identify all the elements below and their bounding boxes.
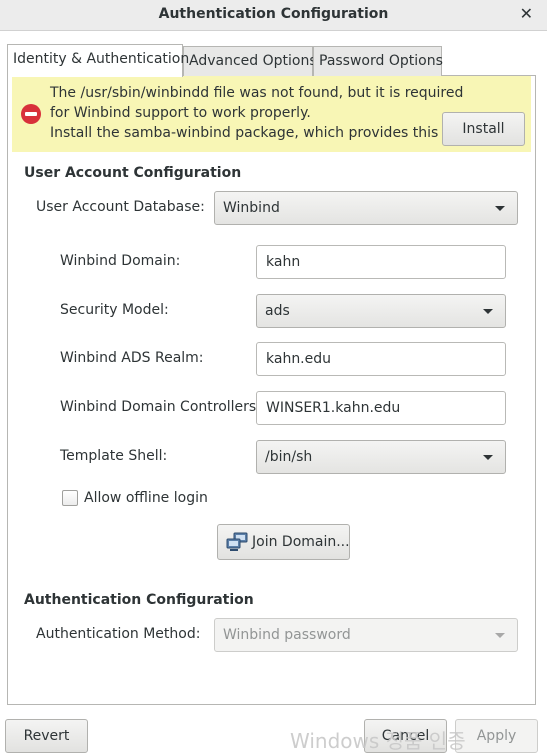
user-account-database-label: User Account Database: — [36, 199, 205, 215]
security-model-value: ads — [265, 303, 290, 319]
tab-identity-authentication[interactable]: Identity & Authentication — [7, 44, 189, 77]
template-shell-select[interactable]: /bin/sh — [256, 440, 506, 474]
winbind-domain-input[interactable] — [256, 245, 506, 279]
info-message-line: Install the samba-winbind package, which… — [50, 125, 469, 141]
authentication-section-title: Authentication Configuration — [24, 592, 254, 608]
winbind-domain-label: Winbind Domain: — [60, 253, 181, 269]
error-icon — [21, 104, 41, 124]
user-account-section-title: User Account Configuration — [24, 165, 242, 181]
winbind-domain-controllers-label: Winbind Domain Controllers: — [60, 399, 261, 415]
template-shell-label: Template Shell: — [60, 448, 168, 464]
tab-password-options[interactable]: Password Options — [313, 46, 443, 76]
tab-advanced-options[interactable]: Advanced Options — [183, 46, 317, 76]
info-message-line: for Winbind support to work properly. — [50, 105, 311, 121]
allow-offline-login-checkbox[interactable] — [62, 490, 78, 506]
dropdown-arrow-icon — [495, 633, 505, 638]
winbind-ads-realm-label: Winbind ADS Realm: — [60, 350, 204, 366]
join-domain-label: Join Domain... — [252, 534, 350, 550]
info-bar: The /usr/sbin/winbindd file was not foun… — [12, 76, 531, 152]
tab-label: Advanced Options — [189, 53, 317, 69]
authentication-method-select[interactable]: Winbind password — [214, 618, 518, 652]
cancel-button[interactable]: Cancel — [364, 719, 447, 753]
join-domain-button[interactable]: Join Domain... — [217, 524, 350, 560]
authentication-method-value: Winbind password — [223, 627, 351, 643]
template-shell-value: /bin/sh — [265, 449, 313, 465]
dropdown-arrow-icon — [483, 455, 493, 460]
dropdown-arrow-icon — [495, 206, 505, 211]
tab-label: Identity & Authentication — [13, 51, 190, 67]
authentication-method-label: Authentication Method: — [36, 626, 201, 642]
security-model-label: Security Model: — [60, 302, 169, 318]
close-icon[interactable]: ✕ — [520, 4, 533, 23]
user-account-database-select[interactable]: Winbind — [214, 191, 518, 225]
install-button[interactable]: Install — [442, 112, 525, 146]
dropdown-arrow-icon — [483, 309, 493, 314]
user-account-database-value: Winbind — [223, 200, 280, 216]
winbind-ads-realm-input[interactable] — [256, 342, 506, 376]
info-message-line: The /usr/sbin/winbindd file was not foun… — [50, 85, 464, 101]
winbind-domain-controllers-input[interactable] — [256, 391, 506, 425]
title-bar: Authentication Configuration ✕ — [0, 0, 547, 31]
apply-button[interactable]: Apply — [455, 719, 538, 753]
tab-label: Password Options — [319, 53, 443, 69]
revert-button[interactable]: Revert — [5, 719, 88, 753]
window-title: Authentication Configuration — [158, 6, 389, 22]
security-model-select[interactable]: ads — [256, 294, 506, 328]
allow-offline-login-label[interactable]: Allow offline login — [84, 490, 208, 506]
network-computers-icon — [226, 532, 248, 551]
